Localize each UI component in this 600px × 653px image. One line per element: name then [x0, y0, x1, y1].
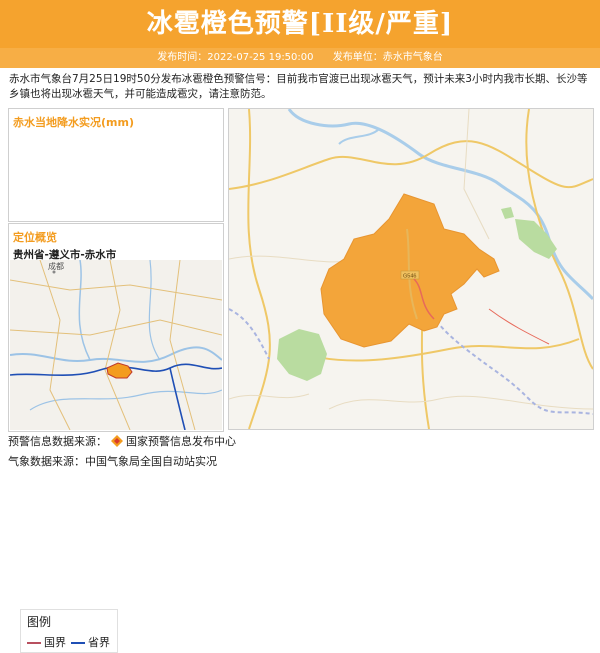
- rain-panel: 赤水当地降水实况(mm): [8, 108, 224, 222]
- province-border-swatch: [71, 642, 85, 644]
- publish-time: 发布时间：2022-07-25 19:50:00: [157, 52, 314, 63]
- overview-city-label: 成都: [48, 261, 64, 271]
- warning-header: 冰雹橙色预警[II级/严重]: [0, 0, 600, 48]
- footer-source-weather: 气象数据来源：中国气象局全国自动站实况: [8, 455, 217, 468]
- warning-meta-bar: 发布时间：2022-07-25 19:50:00 发布单位：赤水市气象台: [0, 48, 600, 68]
- legend-title: 图例: [27, 615, 52, 629]
- main-map-panel[interactable]: G546: [228, 108, 594, 430]
- warning-title: 冰雹橙色预警[II级/严重]: [146, 9, 454, 39]
- source-name: 国家预警信息发布中心: [126, 435, 236, 448]
- location-panel: 定位概览 贵州省-遵义市-赤水市 成都 图例 国界 省界: [8, 223, 224, 653]
- footer-source-warning: 预警信息数据来源： 国家预警信息发布中心: [8, 433, 236, 449]
- main-map[interactable]: G546: [229, 109, 593, 429]
- legend-item-province: 省界: [71, 634, 110, 650]
- map-legend: 图例 国界 省界: [20, 609, 118, 653]
- rain-panel-title: 赤水当地降水实况(mm): [13, 116, 134, 129]
- legend-item-country: 国界: [27, 634, 66, 650]
- source-label: 预警信息数据来源：: [8, 435, 107, 448]
- warning-description: 赤水市气象台7月25日19时50分发布冰雹橙色预警信号：目前我市官渡已出现冰雹天…: [9, 73, 588, 100]
- emergency-logo-icon: [110, 435, 123, 447]
- overview-map[interactable]: 成都: [10, 260, 222, 430]
- country-border-swatch: [27, 642, 41, 644]
- location-panel-title: 定位概览: [13, 231, 57, 244]
- publisher: 发布单位：赤水市气象台: [332, 52, 443, 63]
